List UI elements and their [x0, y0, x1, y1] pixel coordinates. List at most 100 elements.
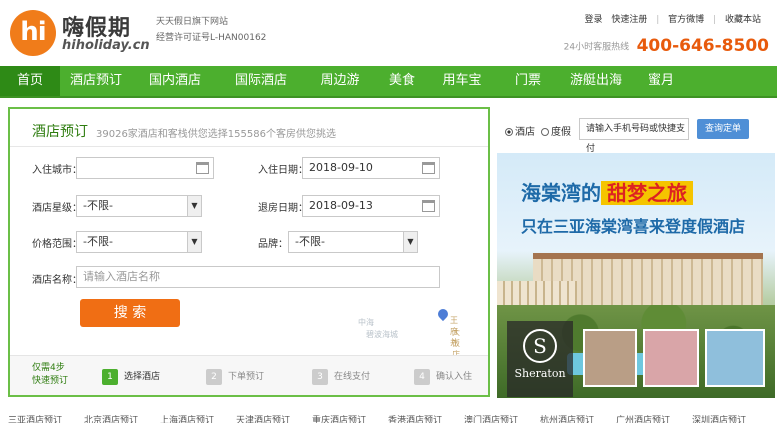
nav-item-yacht[interactable]: 游艇出海 [560, 66, 632, 96]
hotline: 24小时客服热线 400-646-8500 [564, 36, 769, 56]
city-label: 入住城市： [32, 165, 82, 176]
steps-lead-line: 快速预订 [32, 376, 69, 386]
nav-item-tickets[interactable]: 门票 [496, 66, 560, 96]
city-links: 三亚酒店预订 北京酒店预订 上海酒店预订 天津酒店预订 重庆酒店预订 香港酒店预… [0, 405, 777, 423]
banner-subline: 只在三亚海棠湾喜来登度假酒店 [521, 217, 746, 236]
radio-resort[interactable]: 度假 [541, 123, 571, 138]
hotel-name-label: 酒店名称： [32, 275, 82, 286]
price-value: -不限- [83, 235, 113, 248]
promo-banner[interactable]: 海棠湾的 甜梦之旅 只在三亚海棠湾喜来登度假酒店 S Sheraton [497, 153, 775, 398]
nav-item-honeymoon[interactable]: 蜜月 [632, 66, 690, 96]
calendar-icon[interactable] [422, 162, 435, 174]
city-input[interactable] [76, 157, 214, 179]
city-link[interactable]: 重庆酒店预订 [312, 413, 366, 423]
city-link[interactable]: 香港酒店预订 [388, 413, 442, 423]
checkin-date-value: 2018-09-10 [309, 161, 373, 174]
price-select[interactable]: -不限- ▼ [76, 231, 202, 253]
step-number: 4 [414, 369, 430, 385]
step-number: 2 [206, 369, 222, 385]
city-link[interactable]: 杭州酒店预订 [540, 413, 594, 423]
hotel-name-input[interactable]: 请输入酒店名称 [76, 266, 440, 288]
step-label: 选择酒店 [124, 372, 161, 382]
banner-headline-prefix: 海棠湾的 [521, 181, 601, 205]
city-link[interactable]: 天津酒店预订 [236, 413, 290, 423]
order-query-input[interactable]: 请输入手机号码或快捷支付 [579, 118, 689, 154]
calendar-icon[interactable] [196, 162, 209, 174]
login-link[interactable]: 登录 [584, 15, 602, 25]
radio-checked-icon [505, 128, 513, 136]
city-link[interactable]: 三亚酒店预订 [8, 413, 62, 423]
nav-item-home[interactable]: 首页 [0, 66, 60, 96]
license-number: 经营许可证号L-HAN00162 [156, 33, 267, 43]
step-select-hotel: 1 选择酒店 [102, 368, 160, 386]
page: hi 嗨假期 hiholiday.cn 天天假日旗下网站 经营许可证号L-HAN… [0, 0, 777, 423]
sheraton-mark: S [523, 329, 557, 363]
checkout-label: 退房日期： [258, 203, 308, 214]
tagline: 天天假日旗下网站 [156, 17, 229, 27]
brand-select[interactable]: -不限- ▼ [288, 231, 418, 253]
nav-item-international-hotels[interactable]: 国际酒店 [218, 66, 304, 96]
nav-item-nearby-tours[interactable]: 周边游 [304, 66, 376, 96]
brand-label: 品牌： [258, 239, 288, 250]
map-thumbnail[interactable]: 中海 碧波海城 王府井 大饭店 [338, 301, 460, 359]
step-number: 1 [102, 369, 118, 385]
register-link[interactable]: 快速注册 [611, 15, 647, 25]
nav-item-car-rental[interactable]: 用车宝 [428, 66, 496, 96]
chevron-down-icon[interactable]: ▼ [187, 232, 201, 252]
map-label: 中海 [358, 318, 374, 327]
weibo-link[interactable]: 官方微博 [668, 15, 704, 25]
banner-headline: 海棠湾的 甜梦之旅 [521, 177, 693, 206]
step-number: 3 [312, 369, 328, 385]
step-check-in: 4 确认入住 [414, 368, 472, 386]
star-label: 酒店星级： [32, 203, 82, 214]
nav-item-hotel-booking[interactable]: 酒店预订 [60, 66, 132, 96]
step-place-order: 2 下单预订 [206, 368, 264, 386]
divider: | [713, 15, 717, 25]
nav-item-food[interactable]: 美食 [376, 66, 428, 96]
hotel-name-placeholder: 请输入酒店名称 [83, 270, 160, 283]
map-pin-icon [435, 306, 451, 322]
site-logo[interactable]: hi 嗨假期 hiholiday.cn [10, 8, 150, 58]
room-photo [583, 329, 637, 387]
star-select[interactable]: -不限- ▼ [76, 195, 202, 217]
checkout-date-input[interactable]: 2018-09-13 [302, 195, 440, 217]
order-query-button[interactable]: 查询定单 [697, 119, 749, 139]
step-label: 下单预订 [228, 372, 265, 382]
step-label: 在线支付 [334, 372, 371, 382]
calendar-icon[interactable] [422, 200, 435, 212]
map-label: 碧波海城 [366, 330, 398, 339]
sheraton-logo: S Sheraton [507, 321, 573, 397]
brand-value: -不限- [295, 235, 325, 248]
beach-photo [705, 329, 765, 387]
order-query-bar: 酒店 度假 请输入手机号码或快捷支付 查询定单 [497, 114, 773, 154]
price-label: 价格范围： [32, 239, 82, 250]
favorite-link[interactable]: 收藏本站 [725, 15, 761, 25]
panel-header: 酒店预订 39026家酒店和客栈供您选择155586个客房供您挑选 [10, 109, 488, 147]
hotel-search-panel: 酒店预订 39026家酒店和客栈供您选择155586个客房供您挑选 入住城市： … [8, 107, 490, 397]
checkin-date-input[interactable]: 2018-09-10 [302, 157, 440, 179]
main-nav: 首页 酒店预订 国内酒店 国际酒店 周边游 美食 用车宝 门票 游艇出海 蜜月 [0, 66, 777, 98]
chevron-down-icon[interactable]: ▼ [403, 232, 417, 252]
top-links: 登录 快速注册 | 官方微博 | 收藏本站 [578, 12, 761, 25]
radio-label: 酒店 [515, 127, 535, 138]
hotel-count-stat: 39026家酒店和客栈供您选择155586个客房供您挑选 [96, 129, 336, 140]
city-link[interactable]: 北京酒店预订 [84, 413, 138, 423]
restaurant-photo [643, 329, 699, 387]
sheraton-name: Sheraton [514, 367, 566, 380]
search-button[interactable]: 搜 索 [80, 299, 180, 327]
hotline-number: 400-646-8500 [636, 36, 769, 56]
radio-hotel[interactable]: 酒店 [505, 123, 535, 138]
header: hi 嗨假期 hiholiday.cn 天天假日旗下网站 经营许可证号L-HAN… [0, 0, 777, 66]
nav-item-domestic-hotels[interactable]: 国内酒店 [132, 66, 218, 96]
city-link[interactable]: 深圳酒店预订 [692, 413, 746, 423]
radio-unchecked-icon [541, 128, 549, 136]
chevron-down-icon[interactable]: ▼ [187, 196, 201, 216]
checkin-label: 入住日期： [258, 165, 308, 176]
city-link[interactable]: 上海酒店预订 [160, 413, 214, 423]
city-link[interactable]: 澳门酒店预订 [464, 413, 518, 423]
checkout-date-value: 2018-09-13 [309, 199, 373, 212]
city-link[interactable]: 广州酒店预订 [616, 413, 670, 423]
hotline-label: 24小时客服热线 [563, 42, 630, 53]
logo-domain: hiholiday.cn [62, 38, 150, 53]
panel-title: 酒店预订 [32, 124, 88, 140]
